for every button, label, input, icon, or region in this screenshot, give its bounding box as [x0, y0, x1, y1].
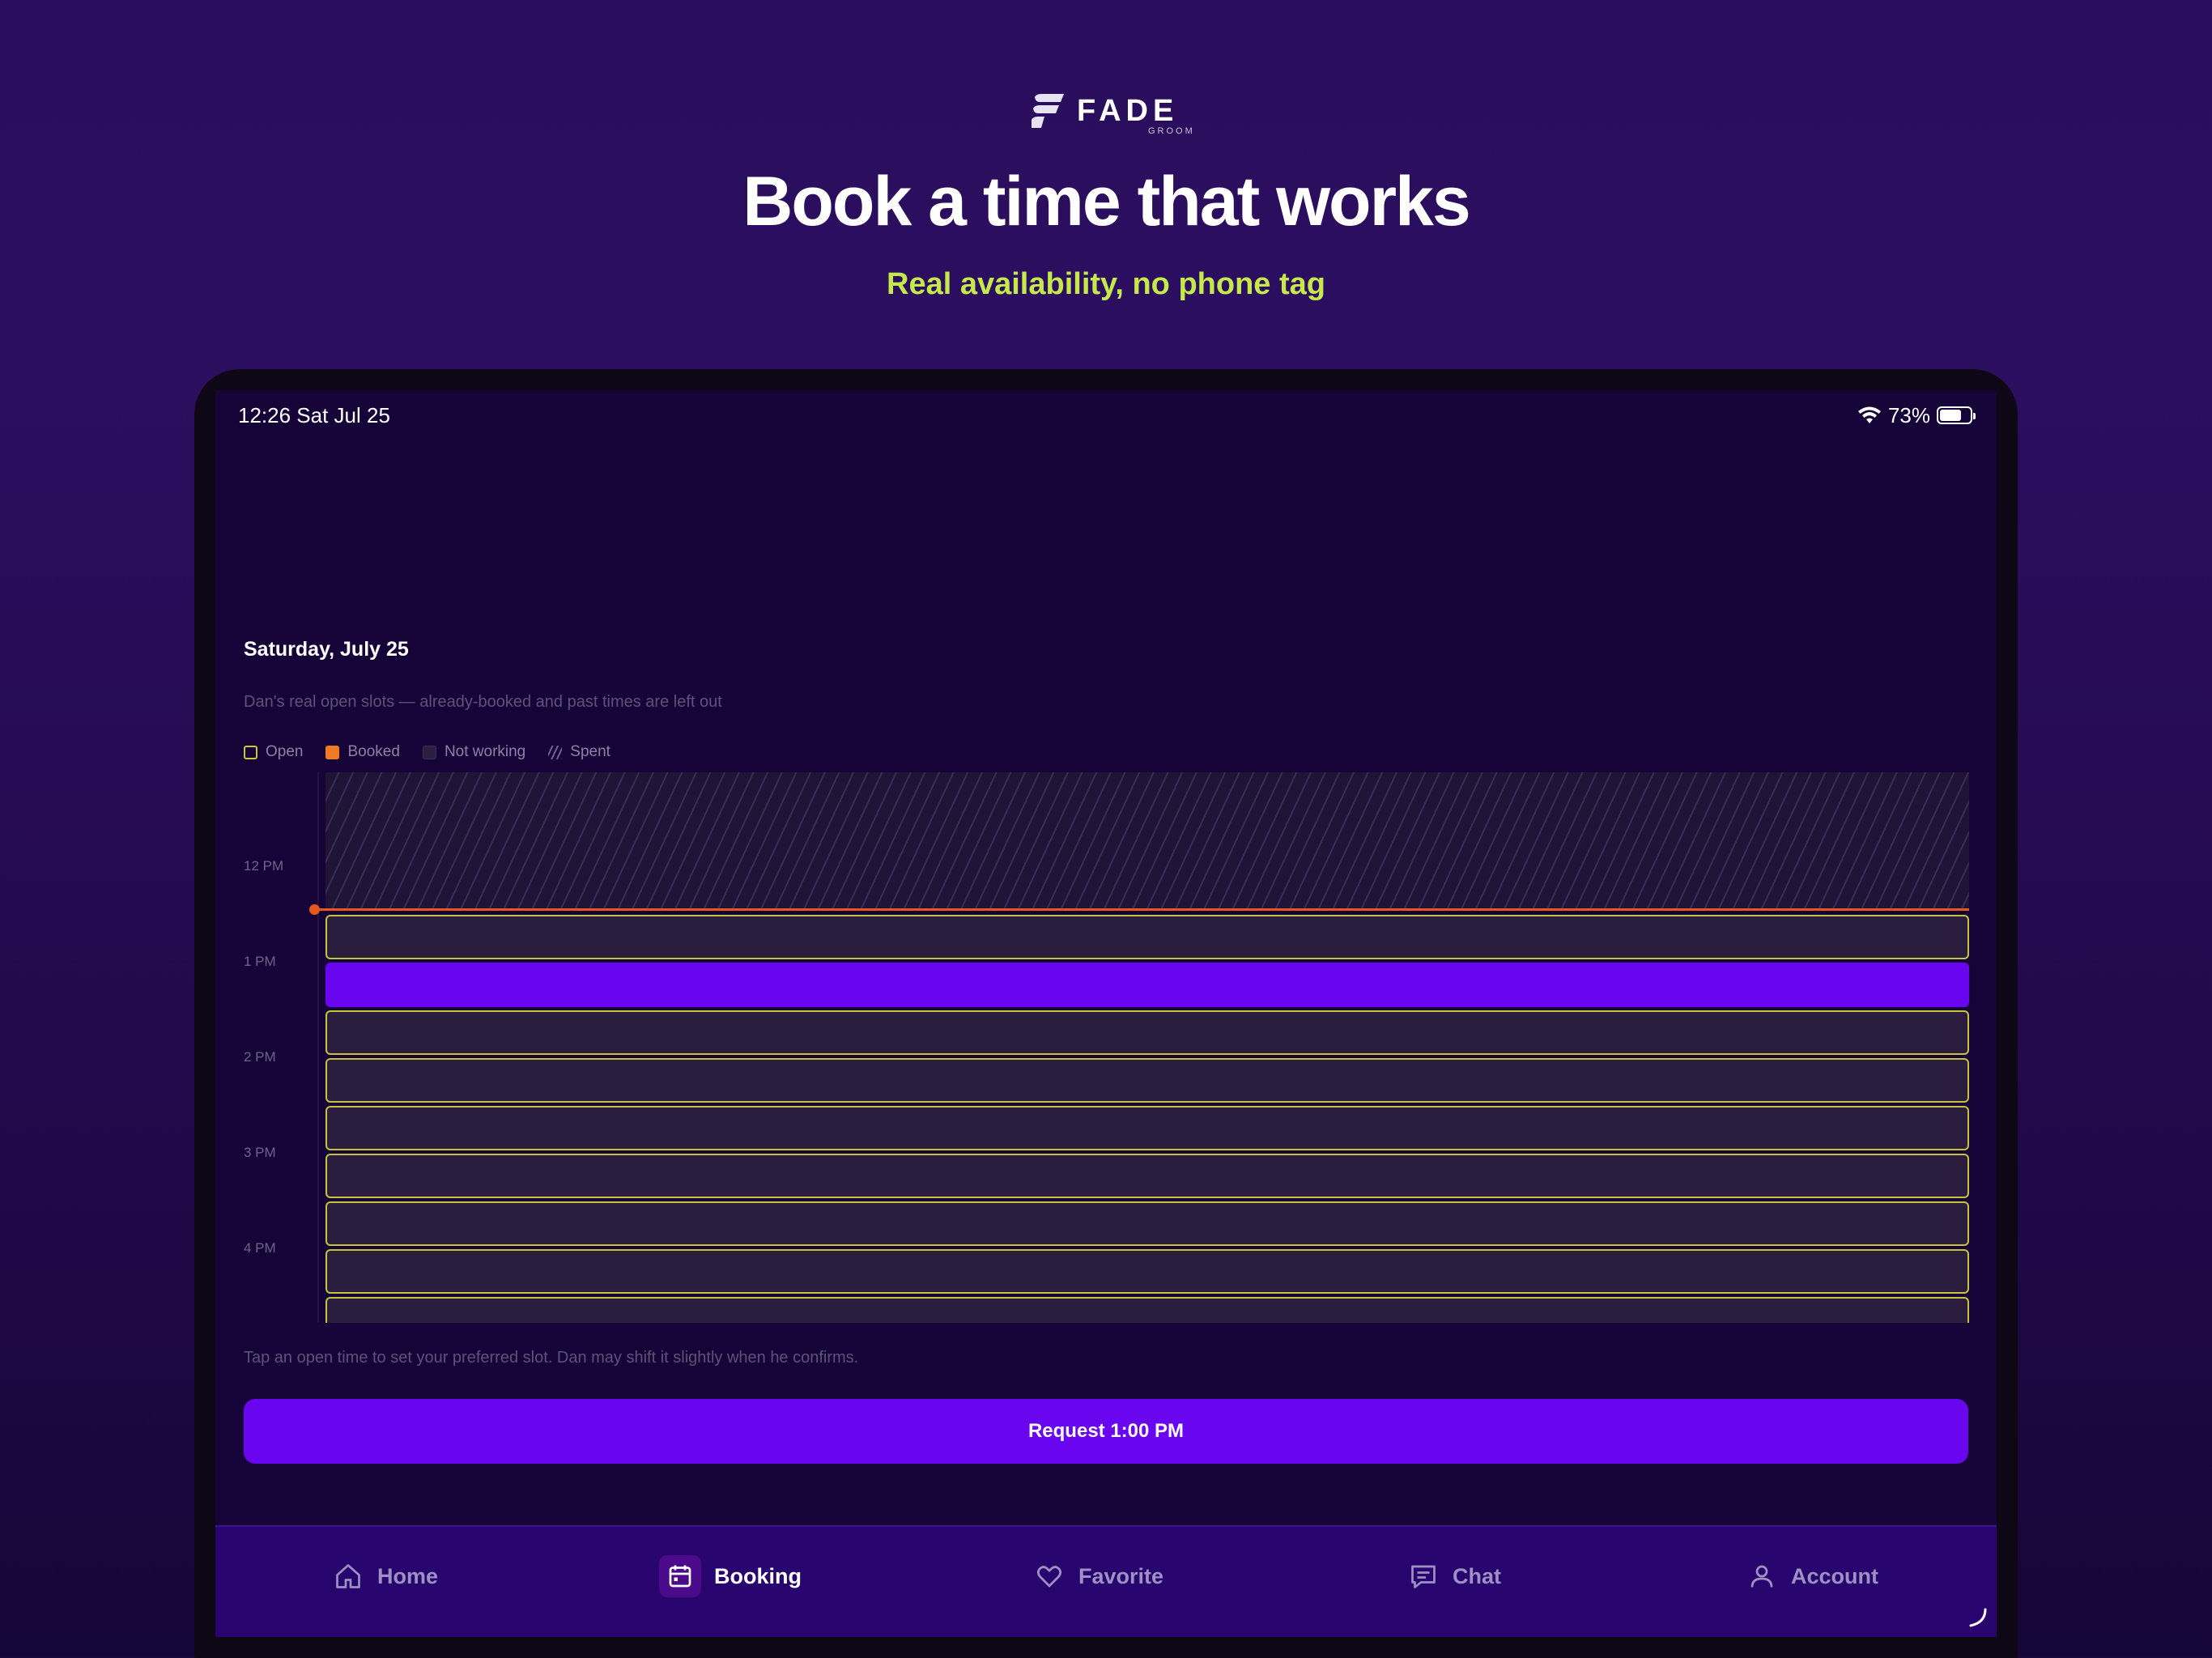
spent-time-region	[325, 772, 1969, 908]
bottom-tab-bar: Home Booking Favorite Chat Account	[215, 1525, 1997, 1637]
tab-chat-label: Chat	[1453, 1563, 1501, 1588]
availability-legend: Open Booked Not working Spent	[244, 743, 610, 761]
time-slot-open[interactable]	[325, 915, 1969, 959]
user-icon	[1746, 1560, 1778, 1592]
legend-open-label: Open	[266, 743, 304, 760]
status-indicators: 73%	[1857, 402, 1976, 427]
time-slot-open[interactable]	[325, 1201, 1969, 1246]
time-slot-open[interactable]	[325, 1010, 1969, 1055]
loading-spinner-icon	[1969, 1608, 1987, 1627]
home-icon	[332, 1560, 364, 1592]
time-slot-selected[interactable]	[325, 963, 1969, 1007]
booked-swatch	[325, 745, 340, 759]
hour-label-4pm: 4 PM	[244, 1240, 276, 1256]
status-time: 12:26 Sat Jul 25	[238, 403, 390, 427]
booking-hint: Tap an open time to set your preferred s…	[244, 1349, 859, 1367]
tab-booking[interactable]: Booking	[659, 1554, 802, 1598]
heart-icon	[1033, 1560, 1066, 1592]
hour-label-2pm: 2 PM	[244, 1049, 276, 1065]
app-screen: 12:26 Sat Jul 25 73% Saturday, July 25 D…	[215, 390, 1997, 1637]
open-swatch	[244, 745, 257, 759]
spent-swatch	[548, 745, 563, 759]
brand-name: FADE	[1077, 94, 1179, 128]
request-slot-button[interactable]: Request 1:00 PM	[244, 1399, 1968, 1464]
not-working-swatch	[422, 745, 436, 759]
time-slot-open[interactable]	[325, 1297, 1969, 1323]
battery-percent: 73%	[1887, 402, 1930, 427]
brand-tagline: GROOM	[1148, 126, 1195, 136]
hour-label-12pm: 12 PM	[244, 858, 284, 874]
legend-booked-label: Booked	[347, 743, 400, 760]
calendar-icon	[659, 1555, 701, 1597]
battery-icon	[1937, 406, 1976, 424]
legend-spent-label: Spent	[570, 743, 610, 760]
time-slot-grid[interactable]: 12 PM 1 PM 2 PM 3 PM 4 PM	[215, 772, 1997, 1323]
legend-open: Open	[244, 743, 303, 761]
hour-label-1pm: 1 PM	[244, 954, 276, 969]
page-headline: Book a time that works	[742, 163, 1470, 240]
tab-favorite-label: Favorite	[1078, 1563, 1164, 1588]
legend-not-working-label: Not working	[444, 743, 526, 760]
tab-chat[interactable]: Chat	[1407, 1554, 1501, 1598]
tab-account-label: Account	[1791, 1563, 1878, 1588]
time-slot-open[interactable]	[325, 1058, 1969, 1103]
fade-logo-icon	[1032, 94, 1064, 128]
tab-booking-label: Booking	[714, 1563, 802, 1588]
legend-booked: Booked	[325, 743, 400, 761]
time-slot-open[interactable]	[325, 1154, 1969, 1198]
tab-favorite[interactable]: Favorite	[1033, 1554, 1163, 1598]
legend-not-working: Not working	[422, 743, 526, 761]
current-time-line	[314, 908, 1969, 911]
status-bar: 12:26 Sat Jul 25 73%	[215, 390, 1997, 439]
page-subheadline: Real availability, no phone tag	[887, 267, 1325, 301]
schedule-description: Dan's real open slots — already-booked a…	[244, 693, 722, 711]
schedule-date-title: Saturday, July 25	[244, 638, 409, 661]
chat-icon	[1407, 1560, 1440, 1592]
legend-spent: Spent	[548, 743, 610, 761]
tab-home-label: Home	[377, 1563, 439, 1588]
tab-home[interactable]: Home	[332, 1554, 438, 1598]
time-slot-open[interactable]	[325, 1249, 1969, 1294]
wifi-icon	[1857, 406, 1881, 423]
current-time-dot	[309, 904, 320, 915]
hour-label-3pm: 3 PM	[244, 1145, 276, 1160]
tab-account[interactable]: Account	[1746, 1554, 1878, 1598]
time-axis	[317, 772, 319, 1323]
time-slot-open[interactable]	[325, 1106, 1969, 1150]
battery-level	[1940, 410, 1962, 421]
brand-logo: FADE GROOM	[1028, 91, 1193, 136]
